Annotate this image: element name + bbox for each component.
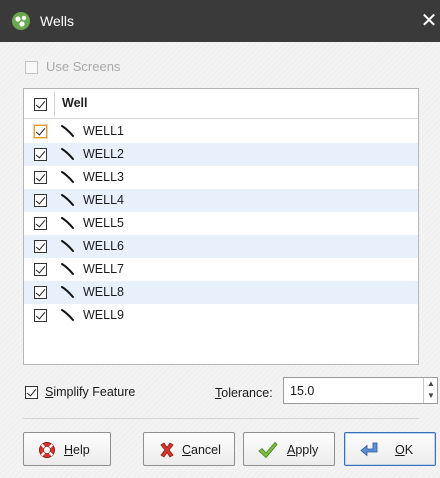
well-trace-icon	[61, 240, 74, 252]
app-icon	[12, 12, 30, 30]
well-name: WELL5	[83, 216, 124, 230]
well-trace-icon	[61, 263, 74, 275]
row-checkbox[interactable]	[34, 263, 47, 276]
well-trace-icon	[61, 148, 74, 160]
spin-down-icon[interactable]: ▼	[424, 390, 438, 402]
help-label: Help	[64, 443, 90, 457]
spin-up-icon[interactable]: ▲	[424, 378, 438, 390]
table-row[interactable]: WELL4	[24, 189, 418, 212]
table-row[interactable]: WELL3	[24, 166, 418, 189]
simplify-feature-label: Simplify Feature	[45, 385, 136, 399]
row-checkbox[interactable]	[34, 171, 47, 184]
well-trace-icon	[61, 171, 74, 183]
row-checkbox[interactable]	[34, 309, 47, 322]
table-row[interactable]: WELL6	[24, 235, 418, 258]
well-trace-icon	[61, 125, 74, 137]
green-check-icon	[258, 441, 278, 459]
table-row[interactable]: WELL8	[24, 281, 418, 304]
title-bar[interactable]: Wells ✕	[0, 0, 440, 42]
apply-label: Apply	[287, 443, 319, 457]
well-name: WELL9	[83, 308, 124, 322]
well-name: WELL2	[83, 147, 124, 161]
well-trace-icon	[61, 217, 74, 229]
ok-button[interactable]: OK	[344, 432, 436, 466]
tolerance-label: Tolerance:	[215, 386, 273, 400]
well-trace-icon	[61, 194, 74, 206]
well-name: WELL6	[83, 239, 124, 253]
well-trace-icon	[61, 286, 74, 298]
table-row[interactable]: WELL9	[24, 304, 418, 327]
header-divider	[54, 92, 55, 116]
close-icon[interactable]: ✕	[418, 6, 440, 36]
cancel-label: Cancel	[182, 443, 221, 457]
separator	[23, 418, 419, 419]
ok-label: OK	[395, 443, 414, 457]
window-title: Wells	[40, 13, 74, 29]
help-button[interactable]: Help	[23, 432, 111, 466]
table-row[interactable]: WELL5	[24, 212, 418, 235]
row-checkbox[interactable]	[34, 125, 47, 138]
table-header: Well	[24, 89, 418, 119]
table-row[interactable]: WELL7	[24, 258, 418, 281]
table-row[interactable]: WELL1	[24, 120, 418, 143]
cancel-button[interactable]: Cancel	[143, 432, 235, 466]
tolerance-input[interactable]	[283, 377, 438, 404]
row-checkbox[interactable]	[34, 240, 47, 253]
well-name: WELL8	[83, 285, 124, 299]
row-checkbox[interactable]	[34, 148, 47, 161]
use-screens-checkbox	[25, 61, 38, 74]
well-name: WELL4	[83, 193, 124, 207]
lifebuoy-icon	[38, 441, 56, 459]
wells-table[interactable]: Well WELL1 WELL2 WELL3 WELL4 WELL5 WELL6 WELL7…	[23, 88, 419, 365]
tolerance-spinner[interactable]: ▲ ▼	[423, 378, 437, 403]
row-checkbox[interactable]	[34, 194, 47, 207]
well-name: WELL1	[83, 124, 124, 138]
row-checkbox[interactable]	[34, 286, 47, 299]
well-name: WELL7	[83, 262, 124, 276]
simplify-feature-checkbox[interactable]	[25, 386, 38, 399]
column-header-well[interactable]: Well	[62, 96, 87, 110]
table-row[interactable]: WELL2	[24, 143, 418, 166]
well-name: WELL3	[83, 170, 124, 184]
row-checkbox[interactable]	[34, 217, 47, 230]
wells-dialog: Wells ✕ Use Screens Well WELL1 WELL2 WELL3…	[0, 0, 440, 478]
enter-arrow-icon	[359, 441, 378, 459]
apply-button[interactable]: Apply	[243, 432, 335, 466]
select-all-checkbox[interactable]	[34, 98, 47, 111]
use-screens-label: Use Screens	[46, 59, 121, 74]
red-x-icon	[158, 441, 176, 459]
well-trace-icon	[61, 309, 74, 321]
